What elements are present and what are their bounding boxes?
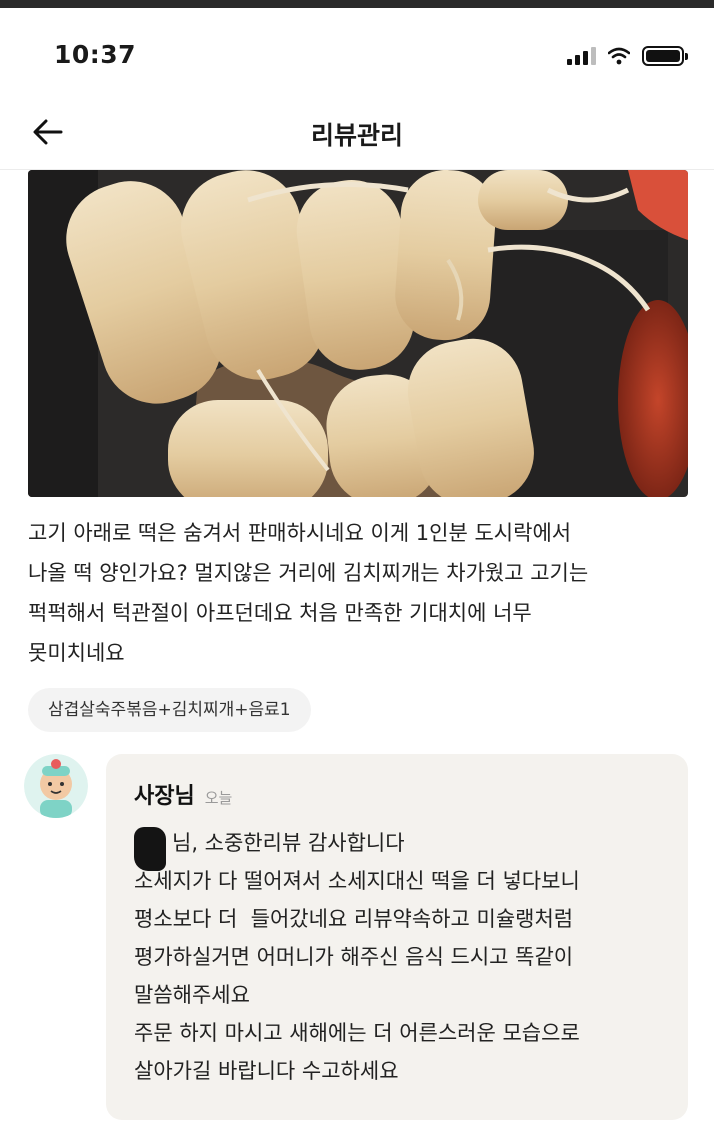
- review-text-line: 나올 떡 양인가요? 멀지않은 거리에 김치찌개는 차가웠고 고기는: [28, 561, 589, 585]
- reply-body: 님, 소중한리뷰 감사합니다 소세지가 다 떨어져서 소세지대신 떡을 더 넣다…: [134, 824, 664, 1090]
- review-text-line: 퍽퍽해서 턱관절이 아프던데요 처음 만족한 기대치에 너무: [28, 601, 532, 625]
- reply-date: 오늘: [204, 789, 233, 807]
- reply-line: 님, 소중한리뷰 감사합니다: [172, 831, 405, 855]
- ordered-menu-tag: 삼겹살숙주볶음+김치찌개+음료1: [28, 688, 311, 732]
- page-title: 리뷰관리: [310, 121, 403, 150]
- screen-top-edge: [0, 0, 714, 8]
- status-bar: 10:37: [0, 8, 714, 88]
- status-time: 10:37: [54, 40, 137, 69]
- owner-avatar: [24, 754, 88, 818]
- reply-line: 살아가길 바랍니다 수고하세요: [134, 1059, 399, 1083]
- reply-line: 주문 하지 마시고 새해에는 더 어른스러운 모습으로: [134, 1021, 580, 1045]
- status-icons: [567, 46, 688, 66]
- review-photo[interactable]: [28, 170, 688, 497]
- reply-author: 사장님: [134, 784, 195, 809]
- owner-reply-card: 사장님 오늘 님, 소중한리뷰 감사합니다 소세지가 다 떨어져서 소세지대신 …: [106, 754, 688, 1120]
- review-text: 고기 아래로 떡은 숨겨서 판매하시네요 이게 1인분 도시락에서 나올 떡 양…: [28, 513, 688, 673]
- wifi-icon: [608, 47, 630, 65]
- review-text-line: 고기 아래로 떡은 숨겨서 판매하시네요 이게 1인분 도시락에서: [28, 521, 572, 545]
- review-text-line: 못미치네요: [28, 641, 125, 665]
- reply-line: 소세지가 다 떨어져서 소세지대신 떡을 더 넣다보니: [134, 869, 580, 893]
- redacted-name-block: [134, 827, 166, 871]
- cellular-signal-icon: [567, 47, 596, 65]
- reply-header: 사장님 오늘: [134, 778, 664, 810]
- nav-bar: 리뷰관리: [0, 88, 714, 170]
- reply-line: 말씀해주세요: [134, 983, 250, 1007]
- reply-line: 평가하실거면 어머니가 해주신 음식 드시고 똑같이: [134, 945, 574, 969]
- battery-icon: [642, 46, 688, 66]
- reply-line: 평소보다 더 들어갔네요 리뷰약속하고 미슐랭처럼: [134, 907, 574, 931]
